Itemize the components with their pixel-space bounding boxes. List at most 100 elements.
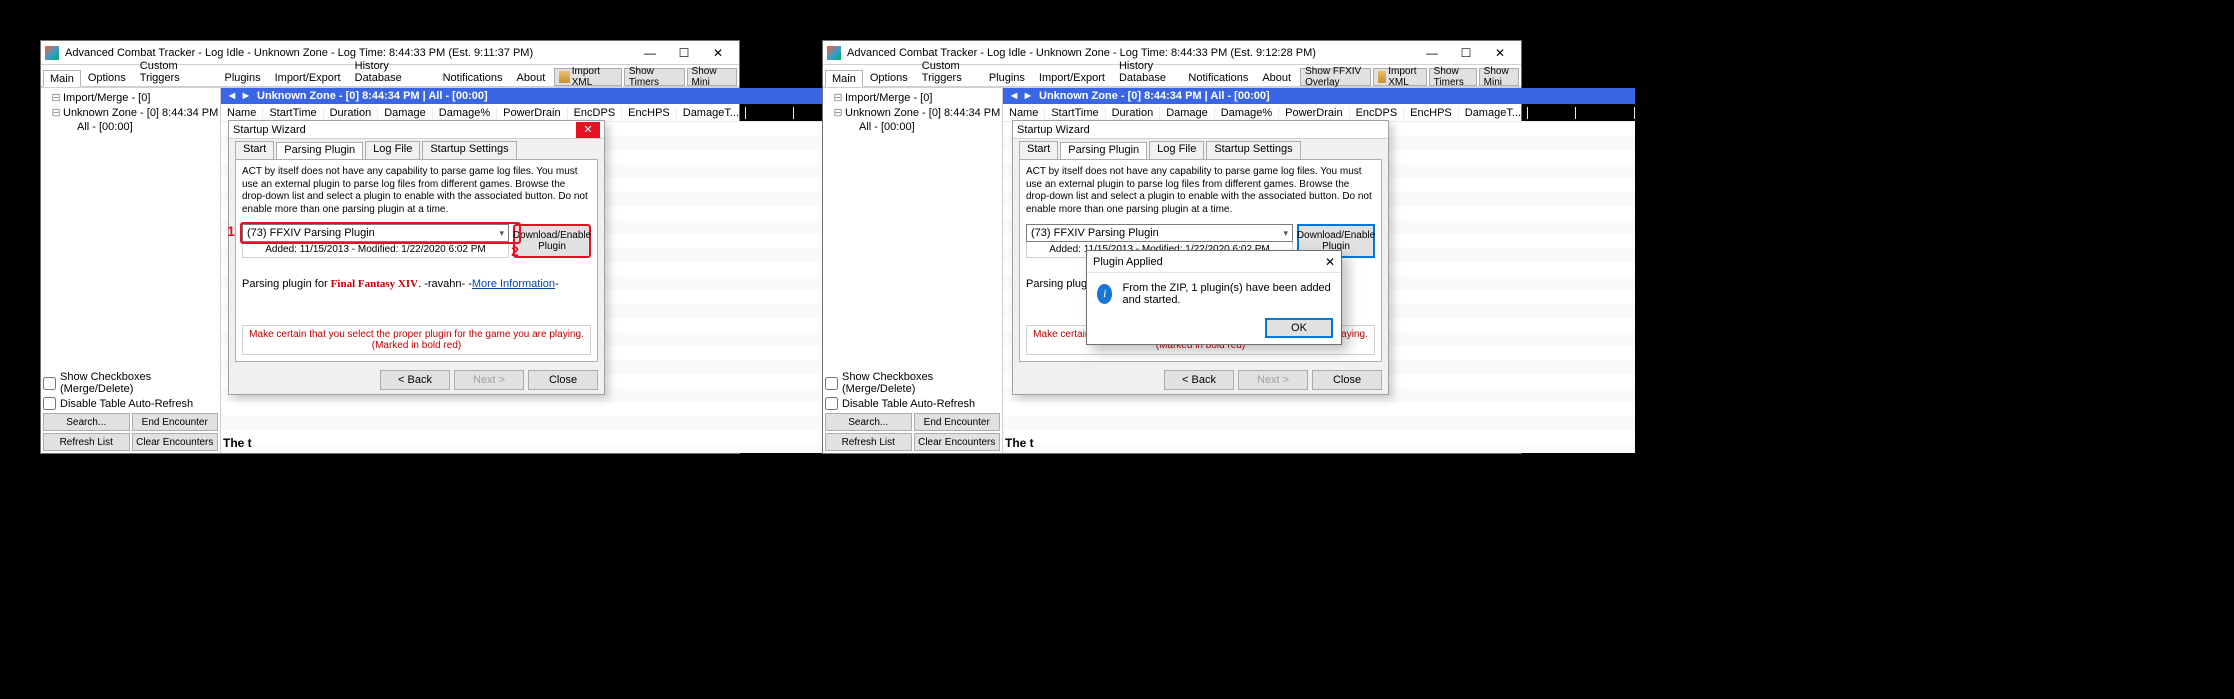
- zone-next-icon[interactable]: ►: [239, 90, 253, 102]
- tab-import-export[interactable]: Import/Export: [268, 69, 348, 86]
- tab-main[interactable]: Main: [43, 70, 81, 87]
- end-encounter-button[interactable]: End Encounter: [914, 413, 1001, 431]
- col-damage[interactable]: Damage: [378, 107, 433, 119]
- show-checkboxes-toggle[interactable]: [825, 377, 838, 390]
- col-starttime[interactable]: StartTime: [1045, 107, 1105, 119]
- wizard-tab-logfile[interactable]: Log File: [365, 141, 420, 159]
- minimize-button[interactable]: —: [1415, 42, 1449, 64]
- wizard-tab-startup[interactable]: Startup Settings: [1206, 141, 1300, 159]
- col-encdps[interactable]: EncDPS: [1350, 107, 1405, 119]
- tab-options[interactable]: Options: [81, 69, 133, 86]
- zone-prev-icon[interactable]: ◄: [225, 90, 239, 102]
- refresh-list-button[interactable]: Refresh List: [825, 433, 912, 451]
- tab-about[interactable]: About: [1255, 69, 1298, 86]
- startup-wizard-left: Startup Wizard ✕ Start Parsing Plugin Lo…: [228, 120, 605, 395]
- col-damage-pct[interactable]: Damage%: [433, 107, 497, 119]
- disable-refresh-toggle[interactable]: [43, 397, 56, 410]
- main-tabs: Main Options Custom Triggers Plugins Imp…: [823, 65, 1521, 87]
- tab-about[interactable]: About: [510, 69, 553, 86]
- col-crittypes[interactable]: CritTypes: [1576, 107, 1635, 119]
- tab-notifications[interactable]: Notifications: [1181, 69, 1255, 86]
- tree-node-import: ⊟Import/Merge - [0]: [825, 90, 1000, 105]
- tab-history-db[interactable]: History Database: [1112, 57, 1181, 86]
- tab-plugins[interactable]: Plugins: [218, 69, 268, 86]
- close-button[interactable]: ✕: [1483, 42, 1517, 64]
- import-xml-label: Import XML: [1388, 66, 1421, 88]
- footer-placeholder: The t: [1005, 433, 1034, 453]
- show-timers-button[interactable]: Show Timers: [1429, 68, 1477, 86]
- wizard-close-button[interactable]: ✕: [576, 122, 600, 138]
- show-mini-button[interactable]: Show Mini: [687, 68, 737, 86]
- applied-close-icon[interactable]: ✕: [1325, 255, 1335, 269]
- end-encounter-button[interactable]: End Encounter: [132, 413, 219, 431]
- zone-prev-icon[interactable]: ◄: [1007, 90, 1021, 102]
- col-damaget[interactable]: DamageT...: [677, 107, 746, 119]
- tab-plugins[interactable]: Plugins: [982, 69, 1032, 86]
- tab-custom-triggers[interactable]: Custom Triggers: [915, 57, 982, 86]
- more-info-link[interactable]: More Information: [472, 278, 555, 290]
- tab-custom-triggers[interactable]: Custom Triggers: [133, 57, 218, 86]
- wizard-tab-start[interactable]: Start: [235, 141, 274, 159]
- col-deaths[interactable]: Deaths: [746, 107, 794, 119]
- wizard-close-nav-button[interactable]: Close: [1312, 370, 1382, 390]
- wizard-titlebar: Startup Wizard ✕: [229, 121, 604, 139]
- minimize-button[interactable]: —: [633, 42, 667, 64]
- col-damage[interactable]: Damage: [1160, 107, 1215, 119]
- show-timers-button[interactable]: Show Timers: [624, 68, 685, 86]
- encounter-tree[interactable]: ⊟Import/Merge - [0] ⊟Unknown Zone - [0] …: [41, 88, 220, 368]
- disable-refresh-toggle[interactable]: [825, 397, 838, 410]
- wizard-close-nav-button[interactable]: Close: [528, 370, 598, 390]
- tree-node-all: All - [00:00]: [825, 120, 1000, 134]
- search-button[interactable]: Search...: [43, 413, 130, 431]
- zone-next-icon[interactable]: ►: [1021, 90, 1035, 102]
- show-checkboxes-label: Show Checkboxes (Merge/Delete): [60, 371, 218, 395]
- col-name[interactable]: Name: [1003, 107, 1045, 119]
- clear-encounters-button[interactable]: Clear Encounters: [132, 433, 219, 451]
- maximize-button[interactable]: ☐: [667, 42, 701, 64]
- wizard-tab-startup[interactable]: Startup Settings: [422, 141, 516, 159]
- encounter-tree[interactable]: ⊟Import/Merge - [0] ⊟Unknown Zone - [0] …: [823, 88, 1002, 368]
- col-deaths[interactable]: Deaths: [1528, 107, 1576, 119]
- col-enchps[interactable]: EncHPS: [1404, 107, 1459, 119]
- wizard-tab-parsing[interactable]: Parsing Plugin: [276, 142, 363, 160]
- wizard-back-button[interactable]: < Back: [1164, 370, 1234, 390]
- wizard-next-button[interactable]: Next >: [1238, 370, 1308, 390]
- tab-main[interactable]: Main: [825, 70, 863, 87]
- search-button[interactable]: Search...: [825, 413, 912, 431]
- wizard-back-button[interactable]: < Back: [380, 370, 450, 390]
- col-enchps[interactable]: EncHPS: [622, 107, 677, 119]
- col-name[interactable]: Name: [221, 107, 263, 119]
- tab-import-export[interactable]: Import/Export: [1032, 69, 1112, 86]
- plugin-select[interactable]: (73) FFXIV Parsing Plugin ▾: [242, 224, 509, 242]
- col-damaget[interactable]: DamageT...: [1459, 107, 1528, 119]
- applied-ok-button[interactable]: OK: [1265, 318, 1333, 338]
- wizard-tab-parsing[interactable]: Parsing Plugin: [1060, 142, 1147, 160]
- col-encdps[interactable]: EncDPS: [568, 107, 623, 119]
- plugin-info: Parsing plugin for Final Fantasy XIV. -r…: [242, 278, 591, 290]
- col-powerdrain[interactable]: PowerDrain: [497, 107, 567, 119]
- tab-options[interactable]: Options: [863, 69, 915, 86]
- clear-encounters-button[interactable]: Clear Encounters: [914, 433, 1001, 451]
- close-button[interactable]: ✕: [701, 42, 735, 64]
- col-powerdrain[interactable]: PowerDrain: [1279, 107, 1349, 119]
- plugin-select[interactable]: (73) FFXIV Parsing Plugin ▾: [1026, 224, 1293, 242]
- zone-bar: ◄ ► Unknown Zone - [0] 8:44:34 PM | All …: [221, 88, 853, 104]
- import-xml-button[interactable]: Import XML: [554, 68, 622, 86]
- wizard-next-button[interactable]: Next >: [454, 370, 524, 390]
- maximize-button[interactable]: ☐: [1449, 42, 1483, 64]
- col-duration[interactable]: Duration: [1106, 107, 1161, 119]
- col-starttime[interactable]: StartTime: [263, 107, 323, 119]
- show-overlay-button[interactable]: Show FFXIV Overlay: [1300, 68, 1371, 86]
- show-checkboxes-toggle[interactable]: [43, 377, 56, 390]
- col-duration[interactable]: Duration: [324, 107, 379, 119]
- show-mini-button[interactable]: Show Mini: [1479, 68, 1519, 86]
- wizard-tab-logfile[interactable]: Log File: [1149, 141, 1204, 159]
- wizard-tab-start[interactable]: Start: [1019, 141, 1058, 159]
- refresh-list-button[interactable]: Refresh List: [43, 433, 130, 451]
- tab-history-db[interactable]: History Database: [348, 57, 436, 86]
- tab-notifications[interactable]: Notifications: [436, 69, 510, 86]
- col-damage-pct[interactable]: Damage%: [1215, 107, 1279, 119]
- import-xml-button[interactable]: Import XML: [1373, 68, 1426, 86]
- callout-1: 1: [224, 224, 238, 238]
- download-enable-button[interactable]: Download/Enable Plugin: [513, 224, 591, 258]
